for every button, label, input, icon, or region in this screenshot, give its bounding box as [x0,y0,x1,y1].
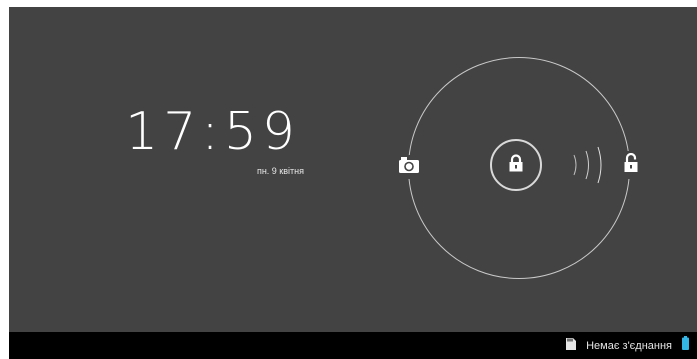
swipe-hint-arcs [560,143,610,187]
unlock-handle[interactable] [490,139,542,191]
status-bar: Немає з'єднання [9,332,697,359]
clock-widget: 17:59 пн. 9 квітня [112,102,304,176]
lock-icon [508,153,524,177]
clock-time: 17:59 [125,102,300,162]
battery-icon [682,336,689,355]
camera-target[interactable] [394,155,424,179]
clock-date: пн. 9 квітня [256,166,304,176]
unlock-icon [623,152,639,178]
status-tray: Немає з'єднання [566,332,689,359]
sd-card-icon [566,337,577,355]
unlock-target[interactable] [620,151,642,179]
network-status-text: Немає з'єднання [586,339,672,352]
camera-icon [398,156,420,179]
